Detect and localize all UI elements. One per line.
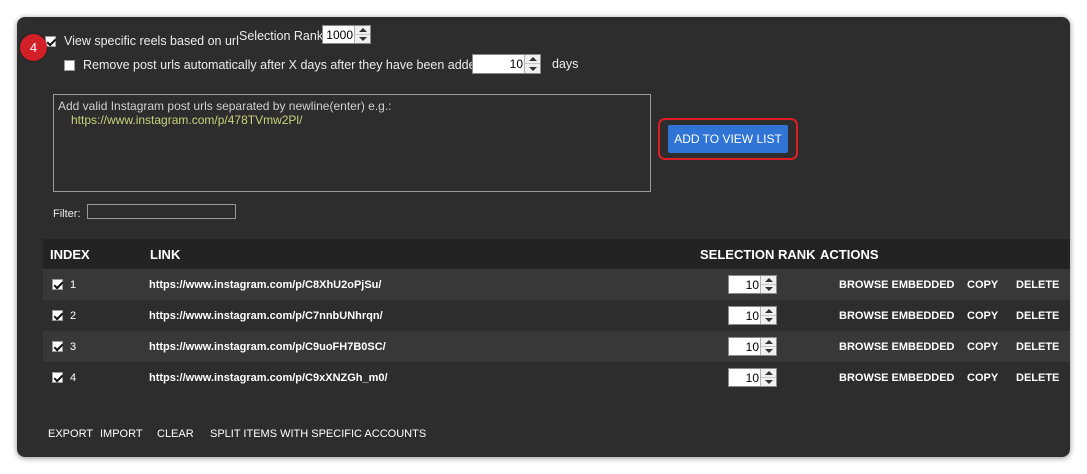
row-index: 2 bbox=[70, 309, 77, 322]
decrement-arrow-icon[interactable] bbox=[525, 64, 540, 73]
row-link[interactable]: https://www.instagram.com/p/C9uoFH7B0SC/ bbox=[149, 331, 386, 362]
add-button-highlight: ADD TO VIEW LIST bbox=[658, 118, 798, 160]
row-index: 3 bbox=[70, 340, 77, 353]
clear-button[interactable]: CLEAR bbox=[157, 428, 194, 440]
table-row: 1 https://www.instagram.com/p/C8XhU2oPjS… bbox=[43, 269, 1070, 300]
reels-settings-panel: View specific reels based on url Selecti… bbox=[17, 17, 1070, 457]
row-rank-stepper[interactable]: 10 bbox=[728, 337, 777, 356]
browse-embedded-button[interactable]: BROWSE EMBEDDED bbox=[839, 269, 955, 300]
row-link[interactable]: https://www.instagram.com/p/C8XhU2oPjSu/ bbox=[149, 269, 381, 300]
remove-after-checkbox[interactable] bbox=[64, 60, 75, 71]
browse-embedded-button[interactable]: BROWSE EMBEDDED bbox=[839, 362, 955, 393]
url-input-example: https://www.instagram.com/p/478TVmw2Pl/ bbox=[71, 113, 303, 127]
selection-rank-value: 1000 bbox=[326, 27, 353, 42]
copy-button[interactable]: COPY bbox=[967, 362, 998, 393]
delete-button[interactable]: DELETE bbox=[1016, 362, 1059, 393]
copy-button[interactable]: COPY bbox=[967, 331, 998, 362]
stepper-buttons bbox=[760, 369, 776, 386]
split-items-button[interactable]: SPLIT ITEMS WITH SPECIFIC ACCOUNTS bbox=[210, 428, 426, 440]
decrement-arrow-icon[interactable] bbox=[761, 316, 776, 325]
filter-label: Filter: bbox=[53, 208, 81, 220]
delete-button[interactable]: DELETE bbox=[1016, 300, 1059, 331]
days-stepper[interactable]: 10 bbox=[472, 54, 541, 74]
row-rank-value: 10 bbox=[745, 370, 759, 385]
row-rank-value: 10 bbox=[745, 277, 759, 292]
export-button[interactable]: EXPORT bbox=[48, 428, 93, 440]
index-column-header: INDEX bbox=[50, 246, 90, 262]
days-value: 10 bbox=[509, 57, 523, 71]
row-link[interactable]: https://www.instagram.com/p/C7nnbUNhrqn/ bbox=[149, 300, 383, 331]
browse-embedded-button[interactable]: BROWSE EMBEDDED bbox=[839, 300, 955, 331]
stepper-buttons bbox=[354, 26, 370, 43]
increment-arrow-icon[interactable] bbox=[761, 276, 776, 285]
row-checkbox[interactable] bbox=[52, 310, 63, 321]
row-rank-value: 10 bbox=[745, 339, 759, 354]
row-checkbox[interactable] bbox=[52, 279, 63, 290]
row-rank-stepper[interactable]: 10 bbox=[728, 275, 777, 294]
copy-button[interactable]: COPY bbox=[967, 269, 998, 300]
stepper-buttons bbox=[760, 276, 776, 293]
url-input-area[interactable]: Add valid Instagram post urls separated … bbox=[53, 94, 651, 192]
increment-arrow-icon[interactable] bbox=[355, 26, 370, 35]
stepper-buttons bbox=[760, 338, 776, 355]
selection-rank-label: Selection Rank bbox=[239, 29, 324, 43]
decrement-arrow-icon[interactable] bbox=[355, 35, 370, 44]
increment-arrow-icon[interactable] bbox=[761, 338, 776, 347]
actions-column-header: ACTIONS bbox=[820, 246, 879, 262]
step-number-badge: 4 bbox=[20, 34, 47, 61]
table-row: 4 https://www.instagram.com/p/C9xXNZGh_m… bbox=[43, 362, 1070, 393]
table-row: 3 https://www.instagram.com/p/C9uoFH7B0S… bbox=[43, 331, 1070, 362]
add-to-view-list-button[interactable]: ADD TO VIEW LIST bbox=[668, 125, 788, 153]
row-rank-stepper[interactable]: 10 bbox=[728, 306, 777, 325]
stepper-buttons bbox=[760, 307, 776, 324]
stepper-buttons bbox=[524, 55, 540, 73]
row-index: 1 bbox=[70, 278, 77, 291]
table-header: INDEX LINK SELECTION RANK ACTIONS bbox=[43, 239, 1070, 269]
row-index: 4 bbox=[70, 371, 77, 384]
selection-rank-column-header: SELECTION RANK bbox=[700, 246, 816, 262]
row-rank-stepper[interactable]: 10 bbox=[728, 368, 777, 387]
import-button[interactable]: IMPORT bbox=[100, 428, 143, 440]
url-input-hint: Add valid Instagram post urls separated … bbox=[58, 99, 392, 113]
copy-button[interactable]: COPY bbox=[967, 300, 998, 331]
increment-arrow-icon[interactable] bbox=[525, 55, 540, 64]
decrement-arrow-icon[interactable] bbox=[761, 285, 776, 294]
table-row: 2 https://www.instagram.com/p/C7nnbUNhrq… bbox=[43, 300, 1070, 331]
remove-after-label: Remove post urls automatically after X d… bbox=[83, 58, 483, 72]
increment-arrow-icon[interactable] bbox=[761, 307, 776, 316]
row-rank-value: 10 bbox=[745, 308, 759, 323]
delete-button[interactable]: DELETE bbox=[1016, 331, 1059, 362]
decrement-arrow-icon[interactable] bbox=[761, 347, 776, 356]
filter-input[interactable] bbox=[87, 204, 236, 219]
row-link[interactable]: https://www.instagram.com/p/C9xXNZGh_m0/ bbox=[149, 362, 388, 393]
selection-rank-stepper[interactable]: 1000 bbox=[322, 25, 371, 44]
decrement-arrow-icon[interactable] bbox=[761, 378, 776, 387]
browse-embedded-button[interactable]: BROWSE EMBEDDED bbox=[839, 331, 955, 362]
days-label: days bbox=[552, 57, 579, 71]
delete-button[interactable]: DELETE bbox=[1016, 269, 1059, 300]
row-checkbox[interactable] bbox=[52, 372, 63, 383]
row-checkbox[interactable] bbox=[52, 341, 63, 352]
view-specific-label: View specific reels based on url bbox=[64, 34, 239, 48]
increment-arrow-icon[interactable] bbox=[761, 369, 776, 378]
link-column-header: LINK bbox=[150, 246, 181, 262]
